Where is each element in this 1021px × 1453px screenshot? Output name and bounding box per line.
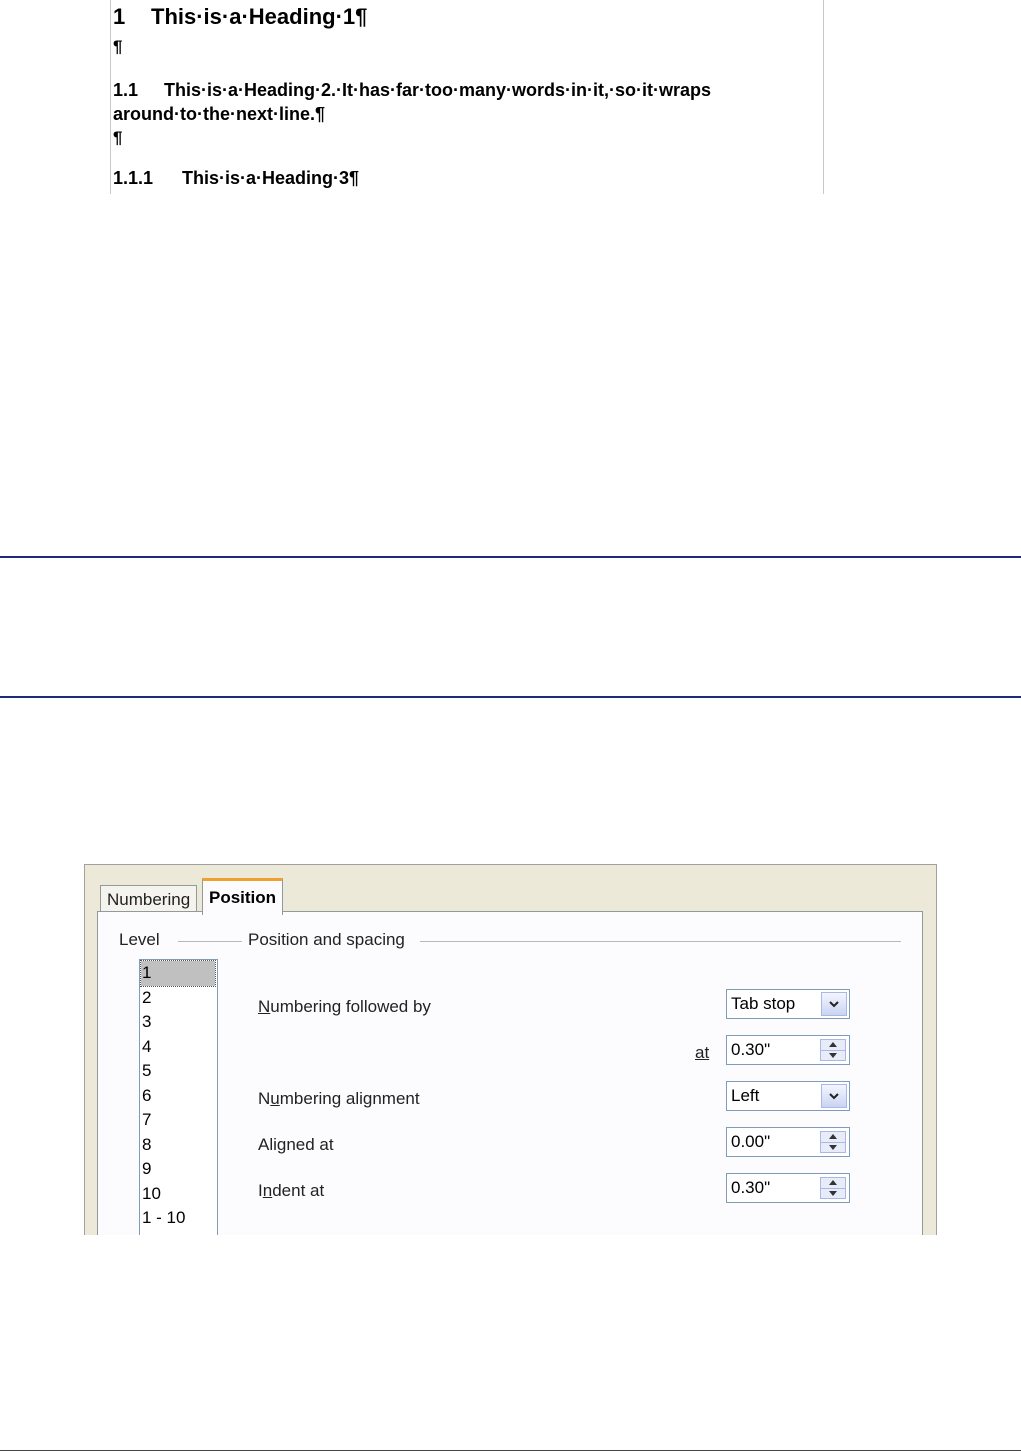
heading-2: 1.1 This·is·a·Heading·2.·It·has·far·too·m… [113,78,813,126]
heading-3-number: 1.1.1 [113,168,154,188]
dropdown-value: Left [731,1086,760,1105]
level-list-item[interactable]: 8 [140,1133,217,1158]
level-list-item[interactable]: 5 [140,1059,217,1084]
spin-buttons[interactable] [820,1039,846,1061]
label-text: dent at [272,1181,325,1200]
spin-value: 0.30" [731,1040,771,1059]
level-list-item[interactable]: 1 [140,960,216,987]
level-list-item[interactable]: 10 [140,1182,217,1207]
heading-1: 1 This·is·a·Heading·1¶ [113,4,367,30]
level-list[interactable]: 1 2 3 4 5 6 7 8 9 10 1 - 10 [139,959,218,1235]
heading-1-text: This·is·a·Heading·1¶ [151,4,368,29]
empty-paragraph-mark: ¶ [113,128,123,147]
label-text: N [258,1089,271,1108]
tab-stop-at-spinbox[interactable]: 0.30" [726,1035,850,1065]
numbering-followed-by-dropdown[interactable]: Tab stop [726,989,850,1019]
spin-down-icon[interactable] [821,1142,845,1152]
heading-1-number: 1 [113,4,126,29]
group-divider [420,941,901,942]
aligned-at-label: Aligned at [258,1135,334,1154]
level-list-item[interactable]: 9 [140,1157,217,1182]
label-text: at [695,1043,710,1062]
chevron-down-icon[interactable] [821,992,847,1016]
horizontal-rule [0,696,1021,698]
level-list-item[interactable]: 3 [140,1010,217,1035]
dropdown-value: Tab stop [731,994,796,1013]
indent-at-label: Indent at [258,1181,324,1201]
numbering-alignment-label: Numbering alignment [258,1089,420,1109]
group-divider [178,941,242,942]
heading-2-number: 1.1 [113,80,139,100]
level-list-item[interactable]: 4 [140,1035,217,1060]
spin-buttons[interactable] [820,1177,846,1199]
level-list-item[interactable]: 2 [140,986,217,1011]
heading-3-text: This·is·a·Heading·3¶ [182,168,360,188]
aligned-at-spinbox[interactable]: 0.00" [726,1127,850,1157]
label-text: mbering alignment [279,1089,420,1108]
level-list-item[interactable]: 1 - 10 [140,1206,217,1231]
chevron-down-icon[interactable] [821,1084,847,1108]
mnemonic-u: u [270,1089,280,1108]
heading-3: 1.1.1 This·is·a·Heading·3¶ [113,168,359,189]
position-spacing-label: Position and spacing [248,930,405,949]
at-label: at [695,1043,709,1063]
numbering-followed-by-label: Numbering followed by [258,997,431,1017]
label-text: umbering followed by [270,997,431,1016]
page-bottom-rule [0,1450,1021,1451]
level-label: Level [119,930,160,949]
mnemonic-n: N [258,997,271,1016]
empty-paragraph-mark: ¶ [113,37,123,56]
mnemonic-n: n [262,1181,273,1200]
spin-buttons[interactable] [820,1131,846,1153]
spin-down-icon[interactable] [821,1050,845,1060]
tab-position[interactable]: Position [202,878,284,915]
document-excerpt: 1 This·is·a·Heading·1¶ ¶ 1.1 This·is·a·Hea… [110,0,824,194]
spin-value: 0.30" [731,1178,771,1197]
indent-at-spinbox[interactable]: 0.30" [726,1173,850,1203]
level-list-item[interactable]: 7 [140,1108,217,1133]
level-list-item[interactable]: 6 [140,1084,217,1109]
horizontal-rule [0,556,1021,558]
spin-value: 0.00" [731,1132,771,1151]
outline-numbering-dialog: Numbering Position Level Position and sp… [84,864,937,1235]
spin-down-icon[interactable] [821,1188,845,1198]
tab-numbering[interactable]: Numbering [100,885,198,912]
position-panel: Level Position and spacing 1 2 3 4 5 6 7 8 9 10 1 … [97,911,923,1235]
numbering-alignment-dropdown[interactable]: Left [726,1081,850,1111]
heading-2-text: This·is·a·Heading·2.·It·has·far·too·many… [113,80,712,124]
